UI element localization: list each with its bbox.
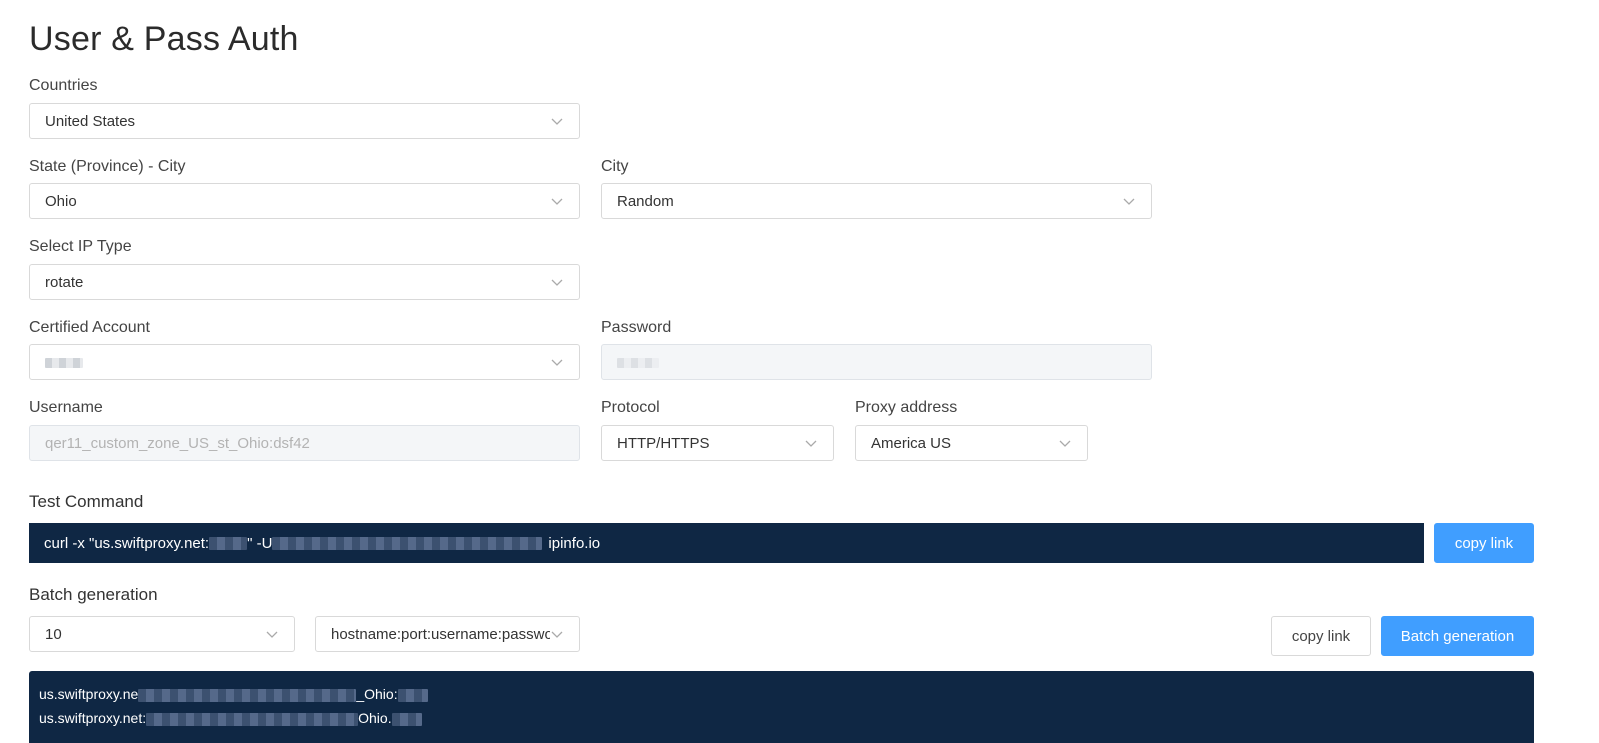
chevron-down-icon xyxy=(804,436,818,450)
username-label: Username xyxy=(29,399,103,416)
password-value xyxy=(617,354,659,371)
city-select[interactable]: Random xyxy=(601,183,1152,219)
test-command-box: curl -x "us.swiftproxy.net: " -U ipinfo.… xyxy=(29,523,1424,563)
command-middle: " -U xyxy=(247,534,273,552)
account-value xyxy=(45,354,83,371)
batch-count-select[interactable]: 10 xyxy=(29,616,295,652)
output-zone: Ohio. xyxy=(358,710,392,726)
batch-generation-button[interactable]: Batch generation xyxy=(1381,616,1534,656)
chevron-down-icon xyxy=(550,627,564,641)
account-label: Certified Account xyxy=(29,319,150,336)
batch-generation-label: Batch generation xyxy=(29,585,158,604)
proxy-address-label: Proxy address xyxy=(855,399,958,416)
chevron-down-icon xyxy=(265,627,279,641)
batch-format-select[interactable]: hostname:port:username:passwor xyxy=(315,616,580,652)
redacted-mask xyxy=(272,536,543,550)
output-host: us.swiftproxy.net: xyxy=(39,710,147,726)
password-field[interactable] xyxy=(601,344,1152,380)
batch-format-value: hostname:port:username:passwor xyxy=(331,625,550,643)
command-prefix: curl -x "us.swiftproxy.net: xyxy=(44,534,210,552)
redacted-mask xyxy=(617,357,659,368)
test-command-label: Test Command xyxy=(29,492,144,511)
redacted-mask xyxy=(146,712,359,726)
state-select[interactable]: Ohio xyxy=(29,183,580,219)
ip-type-select[interactable]: rotate xyxy=(29,264,580,300)
proxy-address-value: America US xyxy=(871,434,952,452)
city-label: City xyxy=(601,158,629,175)
output-zone: _Ohio: xyxy=(356,686,398,702)
batch-output: us.swiftproxy.ne _Ohio: us.swiftproxy.net… xyxy=(29,671,1534,743)
protocol-value: HTTP/HTTPS xyxy=(617,434,710,452)
redacted-mask xyxy=(138,688,357,702)
chevron-down-icon xyxy=(550,194,564,208)
chevron-down-icon xyxy=(550,275,564,289)
command-suffix: ipinfo.io xyxy=(548,534,601,552)
password-label: Password xyxy=(601,319,672,336)
protocol-select[interactable]: HTTP/HTTPS xyxy=(601,425,834,461)
state-label: State (Province) - City xyxy=(29,158,186,175)
protocol-label: Protocol xyxy=(601,399,660,416)
countries-value: United States xyxy=(45,112,136,130)
output-host: us.swiftproxy.ne xyxy=(39,686,139,702)
state-value: Ohio xyxy=(45,192,77,210)
countries-label: Countries xyxy=(29,77,98,94)
ip-type-value: rotate xyxy=(45,273,84,291)
batch-count-value: 10 xyxy=(45,625,62,643)
countries-select[interactable]: United States xyxy=(29,103,580,139)
batch-output-line: us.swiftproxy.ne _Ohio: xyxy=(39,682,1524,706)
account-select[interactable] xyxy=(29,344,580,380)
redacted-mask xyxy=(45,357,83,368)
ip-type-label: Select IP Type xyxy=(29,238,132,255)
copy-batch-button[interactable]: copy link xyxy=(1271,616,1371,656)
city-value: Random xyxy=(617,192,674,210)
username-field[interactable]: qer11_custom_zone_US_st_Ohio:dsf42 xyxy=(29,425,580,461)
chevron-down-icon xyxy=(1122,194,1136,208)
copy-command-button[interactable]: copy link xyxy=(1434,523,1534,563)
proxy-address-select[interactable]: America US xyxy=(855,425,1088,461)
redacted-mask xyxy=(397,688,428,702)
chevron-down-icon xyxy=(1058,436,1072,450)
redacted-mask xyxy=(391,712,422,726)
redacted-mask xyxy=(209,536,248,550)
page-title: User & Pass Auth xyxy=(29,20,299,58)
username-value: qer11_custom_zone_US_st_Ohio:dsf42 xyxy=(45,434,310,452)
batch-output-line: us.swiftproxy.net: Ohio. xyxy=(39,706,1524,730)
chevron-down-icon xyxy=(550,355,564,369)
chevron-down-icon xyxy=(550,114,564,128)
